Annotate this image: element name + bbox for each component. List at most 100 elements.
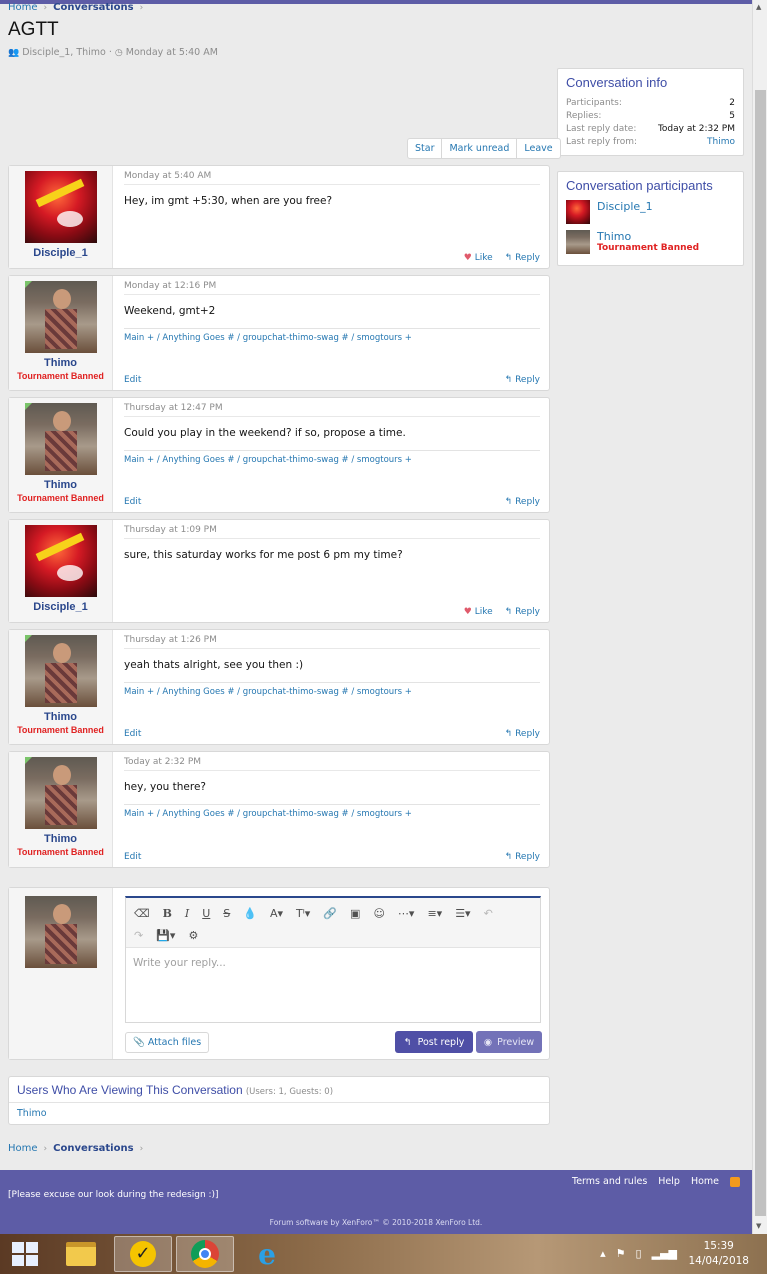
message-date[interactable]: Thursday at 1:26 PM [124,630,540,649]
link-icon[interactable]: 🔗 [323,907,337,920]
like-button[interactable]: ♥ Like [464,253,493,263]
message-author[interactable]: Thimo [44,833,77,845]
post-reply-button[interactable]: ↰ Post reply [395,1031,473,1053]
leave-button[interactable]: Leave [516,139,559,158]
font-size-icon[interactable]: A▾ [270,907,283,920]
scroll-down-icon[interactable]: ▼ [756,1222,761,1230]
avatar[interactable] [566,200,590,224]
eraser-icon[interactable]: ⌫ [134,907,150,920]
message-signature[interactable]: Main + / Anything Goes # / groupchat-thi… [124,682,540,697]
underline-icon[interactable]: U [202,907,210,920]
rss-icon[interactable] [730,1176,740,1187]
mark-unread-button[interactable]: Mark unread [441,139,516,158]
page-scrollbar[interactable]: ▲ ▼ [752,0,767,1234]
message-footer: Edit ↰ Reply [124,497,540,507]
message-author[interactable]: Thimo [44,357,77,369]
windows-start-icon[interactable] [12,1242,38,1266]
action-center-flag-icon[interactable]: ⚑ [616,1247,626,1260]
undo-icon[interactable]: ↶ [484,907,493,920]
avatar[interactable] [24,635,97,707]
message: Thimo Tournament Banned Thursday at 1:26… [8,629,550,745]
avatar[interactable] [24,171,97,243]
avatar[interactable] [24,896,97,968]
avatar[interactable] [24,525,97,597]
edit-button[interactable]: Edit [124,852,141,862]
message-date[interactable]: Monday at 12:16 PM [124,276,540,295]
reply-icon: ↰ [504,497,513,507]
avatar[interactable] [566,230,590,254]
file-explorer-icon[interactable] [52,1236,110,1272]
reply-button[interactable]: ↰ Reply [505,253,540,263]
last-reply-from-link[interactable]: Thimo [707,136,735,149]
edit-button[interactable]: Edit [124,375,141,385]
scroll-up-icon[interactable]: ▲ [756,3,761,11]
page-title: AGTT [8,19,59,40]
message-author[interactable]: Disciple_1 [33,247,87,259]
participant-item[interactable]: Disciple_1 [558,197,743,227]
users-viewing-list[interactable]: Thimo [9,1103,549,1124]
message-author[interactable]: Disciple_1 [33,601,87,613]
edit-button[interactable]: Edit [124,729,141,739]
breadcrumb-conversations[interactable]: Conversations [53,1143,133,1154]
home-link[interactable]: Home [691,1176,719,1187]
star-button[interactable]: Star [408,139,441,158]
breadcrumb-home[interactable]: Home [8,1143,38,1154]
breadcrumb-home[interactable]: Home [8,2,38,13]
edit-button[interactable]: Edit [124,497,141,507]
list-icon[interactable]: ☰▾ [455,907,470,920]
message-date[interactable]: Thursday at 1:09 PM [124,520,540,539]
reply-editor[interactable]: ⌫ B I U S 💧 A▾ Tᴵ▾ 🔗 ▣ ☺ ⋯▾ ≡▾ ☰▾ ↶ ↷ 💾▾… [125,896,541,1023]
drafts-icon[interactable]: 💾▾ [156,929,175,942]
message-signature[interactable]: Main + / Anything Goes # / groupchat-thi… [124,450,540,465]
network-signal-icon[interactable]: ▂▄▆ [652,1247,677,1260]
avatar[interactable] [24,281,97,353]
bold-icon[interactable]: B [163,907,172,920]
terms-link[interactable]: Terms and rules [572,1176,647,1187]
more-icon[interactable]: ⋯▾ [398,907,415,920]
scrollbar-thumb[interactable] [755,90,766,1216]
reply-button[interactable]: ↰ Reply [505,607,540,617]
meta-participants[interactable]: Disciple_1, Thimo [22,47,106,58]
preview-button[interactable]: ◉ Preview [476,1031,542,1053]
color-icon[interactable]: 💧 [243,907,257,920]
chrome-icon[interactable] [176,1236,234,1272]
help-link[interactable]: Help [658,1176,680,1187]
message-text: Weekend, gmt+2 [124,305,216,317]
message-signature[interactable]: Main + / Anything Goes # / groupchat-thi… [124,328,540,343]
attach-files-button[interactable]: 📎 Attach files [125,1032,210,1053]
message-footer: Edit ↰ Reply [124,729,540,739]
battery-icon[interactable]: ▯ [636,1247,642,1260]
strike-icon[interactable]: S [223,907,230,920]
settings-icon[interactable]: ⚙ [188,929,198,942]
image-icon[interactable]: ▣ [350,907,360,920]
italic-icon[interactable]: I [185,907,189,920]
like-button[interactable]: ♥ Like [464,607,493,617]
message-date[interactable]: Monday at 5:40 AM [124,166,540,185]
reply-button[interactable]: ↰ Reply [505,497,540,507]
breadcrumb-conversations[interactable]: Conversations [53,2,133,13]
show-hidden-icons-icon[interactable]: ▴ [600,1247,606,1260]
reply-input[interactable]: Write your reply... [126,948,540,978]
text-style-icon[interactable]: Tᴵ▾ [296,907,310,920]
message-author[interactable]: Thimo [44,711,77,723]
breadcrumb: Home › Conversations › [8,2,143,13]
reply-button[interactable]: ↰ Reply [505,375,540,385]
smilie-icon[interactable]: ☺ [373,907,384,920]
reply-button[interactable]: ↰ Reply [505,852,540,862]
message-user-block: Thimo Tournament Banned [9,398,113,512]
avatar[interactable] [24,757,97,829]
norton-icon[interactable]: ✓ [114,1236,172,1272]
message-author[interactable]: Thimo [44,479,77,491]
reply-button[interactable]: ↰ Reply [505,729,540,739]
message-date[interactable]: Thursday at 12:47 PM [124,398,540,417]
avatar[interactable] [24,403,97,475]
internet-explorer-icon[interactable]: e [238,1236,296,1272]
participant-name[interactable]: Disciple_1 [597,200,653,213]
taskbar-clock[interactable]: 15:39 14/04/2018 [688,1239,749,1269]
participant-name[interactable]: Thimo [597,230,699,243]
redo-icon[interactable]: ↷ [134,929,143,942]
message-date[interactable]: Today at 2:32 PM [124,752,540,771]
message-signature[interactable]: Main + / Anything Goes # / groupchat-thi… [124,804,540,819]
align-icon[interactable]: ≡▾ [427,907,442,920]
participant-item[interactable]: Thimo Tournament Banned [558,227,743,257]
